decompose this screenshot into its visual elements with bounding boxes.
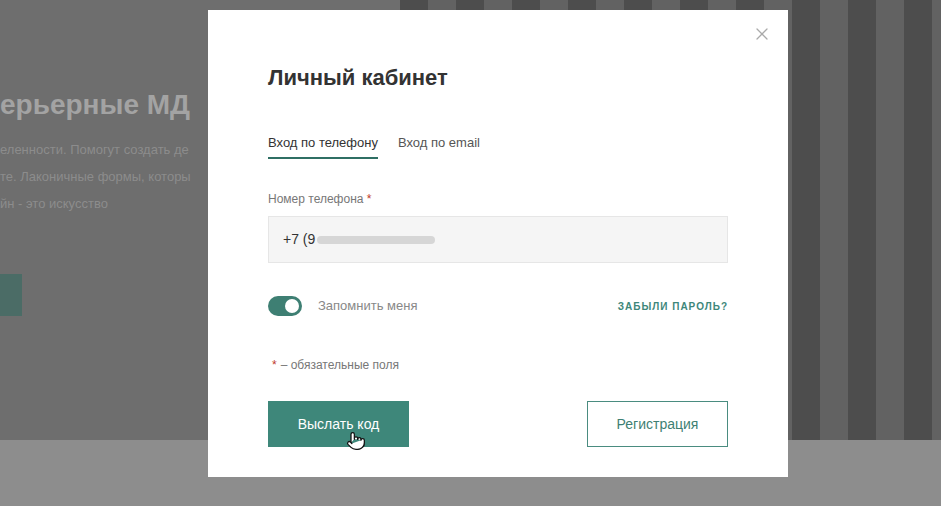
button-row: Выслать код Регистрация: [268, 401, 728, 447]
login-dialog: Личный кабинет Вход по телефону Вход по em…: [208, 10, 788, 477]
hand-cursor-icon: [346, 431, 366, 451]
phone-value: +7 (9: [283, 229, 315, 250]
hero-button[interactable]: [0, 274, 22, 316]
toggle-knob: [285, 299, 299, 313]
required-note: *– обязательные поля: [268, 357, 728, 373]
register-button[interactable]: Регистрация: [587, 401, 728, 447]
remember-me[interactable]: Запомнить меня: [268, 296, 417, 316]
page: ерьерные МДеленности. Помогут создать де…: [0, 0, 941, 506]
send-code-button[interactable]: Выслать код: [268, 401, 409, 447]
tab[interactable]: Вход по email: [398, 135, 480, 159]
forgot-password-link[interactable]: ЗАБЫЛИ ПАРОЛЬ?: [618, 299, 728, 314]
tabs: Вход по телефону Вход по email: [268, 135, 728, 159]
phone-blur: [317, 236, 435, 244]
phone-input[interactable]: +7 (9: [268, 216, 728, 263]
dialog-title: Личный кабинет: [268, 64, 728, 92]
tab[interactable]: Вход по телефону: [268, 135, 378, 159]
close-icon: [752, 24, 772, 44]
close-button[interactable]: [750, 22, 774, 46]
remember-row: Запомнить меня ЗАБЫЛИ ПАРОЛЬ?: [268, 296, 728, 316]
remember-toggle[interactable]: [268, 296, 302, 316]
phone-label: Номер телефона *: [268, 192, 728, 206]
remember-label: Запомнить меня: [318, 296, 417, 316]
